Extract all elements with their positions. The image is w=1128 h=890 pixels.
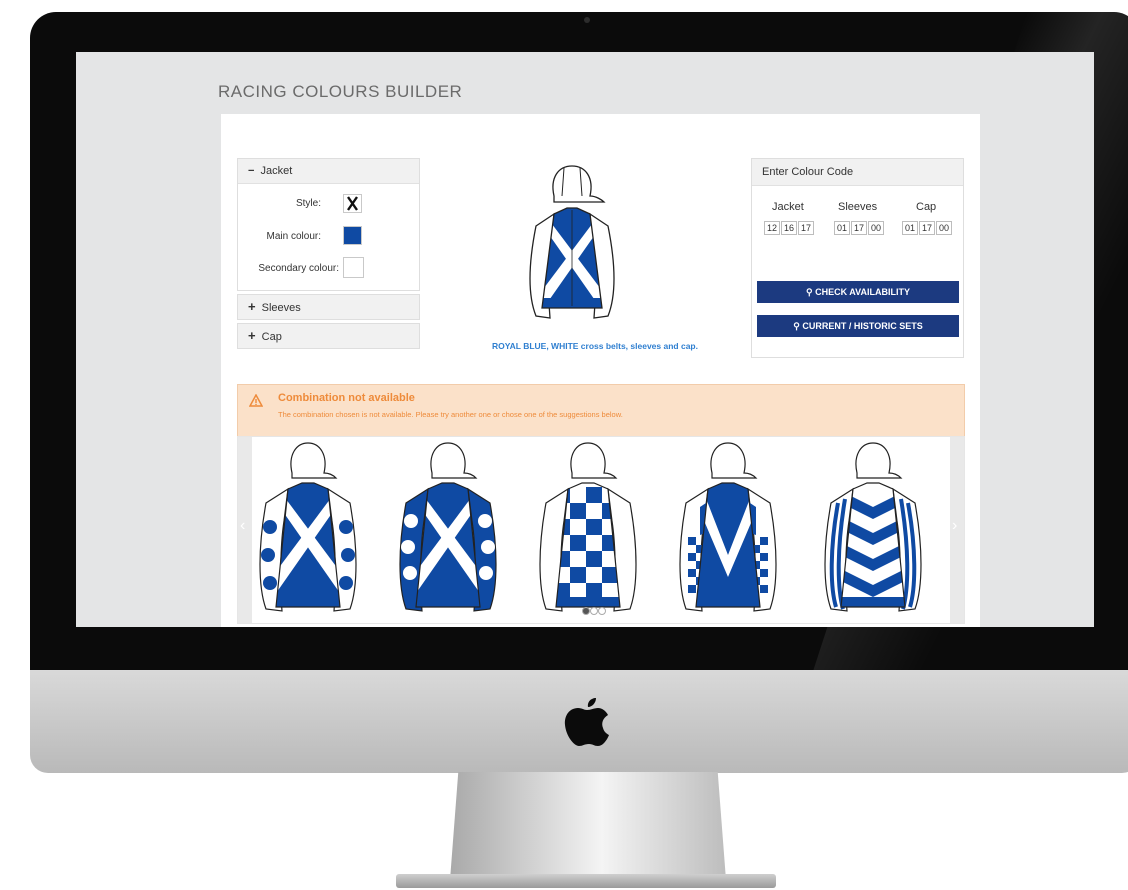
jacket-code-input[interactable]: 12 [764,221,780,235]
sleeves-panel-title: Sleeves [261,302,301,314]
historic-sets-label: CURRENT / HISTORIC SETS [802,321,923,331]
sleeves-code-label: Sleeves [838,201,878,213]
apple-logo-icon [564,698,609,746]
collapse-icon: − [248,165,255,177]
preview-silks [529,165,615,319]
screen: RACING COLOURS BUILDER − Jacket Style: M… [76,52,1094,627]
monitor-stand [450,772,726,880]
suggestion-silks[interactable] [679,481,777,612]
cap-panel-title: Cap [261,331,282,343]
jacket-code-label: Jacket [772,201,804,213]
cap-panel[interactable]: + Cap [237,323,420,349]
carousel-dot[interactable] [598,607,606,615]
jacket-panel-title: Jacket [260,165,293,177]
sleeves-panel[interactable]: + Sleeves [237,294,420,320]
alert-message: The combination chosen is not available.… [278,410,623,419]
check-availability-button[interactable]: ⚲ CHECK AVAILABILITY [757,281,959,303]
jacket-code-input[interactable]: 16 [781,221,797,235]
historic-sets-button[interactable]: ⚲ CURRENT / HISTORIC SETS [757,315,959,337]
secondary-colour-swatch[interactable] [343,257,364,278]
suggestions-track [259,442,922,612]
cap-code-input[interactable]: 01 [902,221,918,235]
expand-icon: + [248,328,256,343]
page-title: RACING COLOURS BUILDER [218,82,463,101]
cross-belts-style-icon [347,196,358,211]
sleeves-code-input[interactable]: 00 [868,221,884,235]
cap-code-input[interactable]: 17 [919,221,935,235]
sleeves-code-input[interactable]: 01 [834,221,850,235]
search-icon: ⚲ [793,321,800,331]
suggestions-carousel: ‹ › [237,436,965,624]
silks-description: ROYAL BLUE, WHITE cross belts, sleeves a… [492,341,698,351]
suggestion-silks[interactable] [259,481,357,612]
cap-code-label: Cap [916,201,937,213]
suggestion-silks[interactable] [824,481,922,612]
colour-code-header: Enter Colour Code [752,159,963,186]
builder-card: − Jacket Style: Main colour: Secondary c… [221,114,980,627]
search-icon: ⚲ [806,287,813,297]
suggestion-silks[interactable] [399,481,497,612]
main-colour-swatch[interactable] [343,226,362,245]
carousel-dot[interactable] [590,607,598,615]
jacket-panel: − Jacket Style: Main colour: Secondary c… [237,158,420,291]
sleeves-code-input[interactable]: 17 [851,221,867,235]
carousel-dot[interactable] [582,607,590,615]
main-colour-label: Main colour: [266,231,321,242]
style-selector[interactable] [343,194,362,213]
monitor-foot [396,874,776,888]
jacket-panel-header[interactable]: − Jacket [238,159,419,184]
cap-code-input[interactable]: 00 [936,221,952,235]
warning-icon [249,394,263,407]
expand-icon: + [248,299,256,314]
colour-code-panel: Enter Colour Code Jacket Sleeves Cap 12 … [751,158,964,358]
style-label: Style: [295,198,321,209]
availability-alert: Combination not available The combinatio… [237,384,965,438]
camera-icon [584,17,590,23]
suggestion-silks[interactable] [539,481,637,612]
jacket-code-input[interactable]: 17 [798,221,814,235]
chevron-left-icon: ‹ [240,517,246,534]
alert-title: Combination not available [278,392,415,404]
check-availability-label: CHECK AVAILABILITY [815,287,910,297]
secondary-colour-label: Secondary colour: [258,263,339,274]
